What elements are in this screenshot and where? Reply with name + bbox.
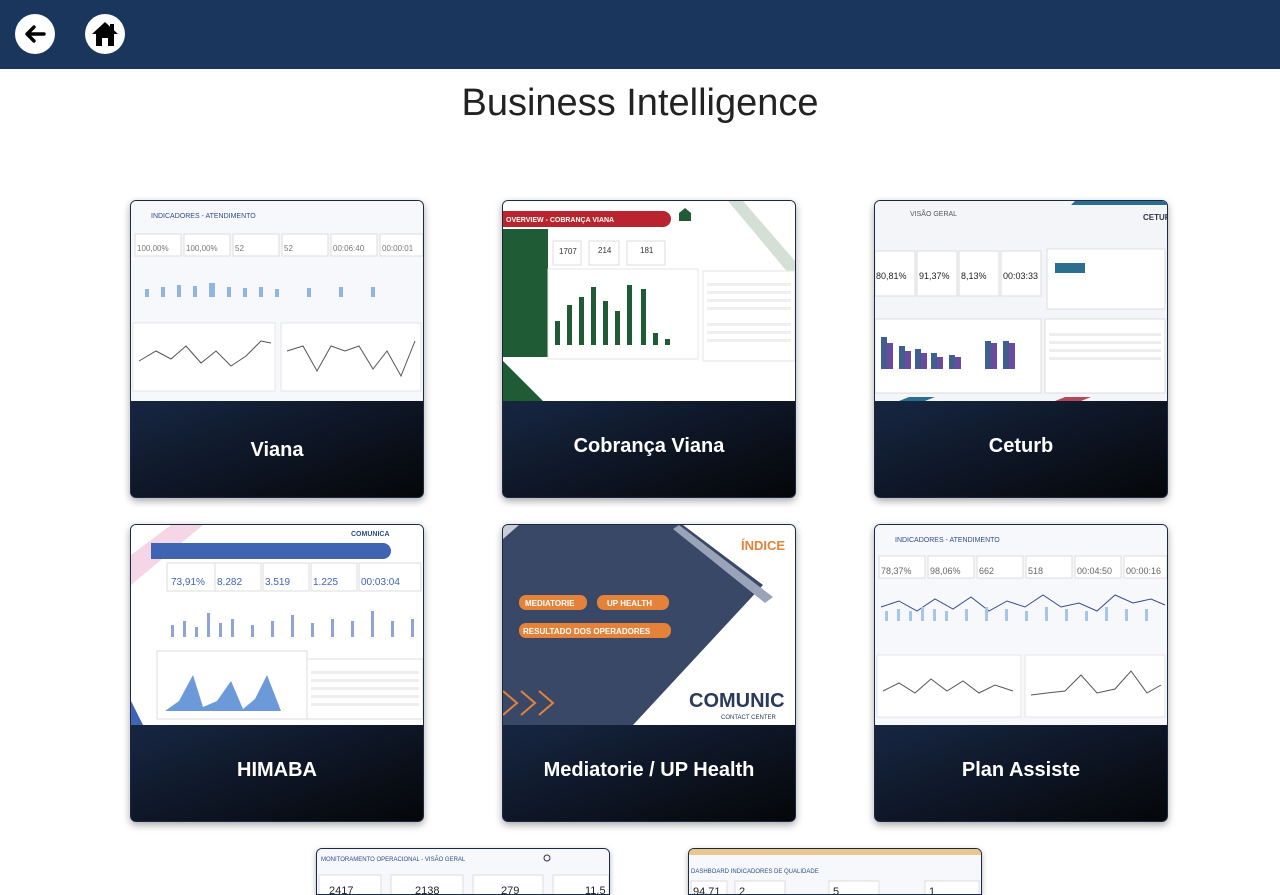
thumb-title: OVERVIEW - COBRANÇA VIANA: [506, 217, 614, 224]
thumb-title: INDICADORES - ATENDIMENTO: [151, 213, 256, 220]
card-label: HIMABA: [237, 759, 317, 781]
svg-text:78,37%: 78,37%: [881, 566, 912, 576]
dashboard-card-indicadores-qualidade[interactable]: DASHBOARD INDICADORES DE QUALIDADE 94,71…: [688, 848, 982, 895]
dashboard-thumbnail: INDICADORES - ATENDIMENTO 100,00% 100,00…: [131, 201, 423, 401]
svg-text:100,00%: 100,00%: [186, 244, 218, 253]
svg-text:MEDIATORIE: MEDIATORIE: [525, 599, 575, 608]
svg-text:ÍNDICE: ÍNDICE: [741, 538, 785, 553]
svg-text:73,91%: 73,91%: [171, 577, 205, 588]
arrow-left-icon: [25, 25, 46, 43]
home-button[interactable]: [85, 14, 125, 54]
dashboard-thumbnail: MONITORAMENTO OPERACIONAL - VISÃO GERAL …: [317, 849, 609, 895]
svg-text:100,00%: 100,00%: [137, 244, 169, 253]
svg-text:11,5: 11,5: [585, 885, 606, 895]
dashboard-card-viana[interactable]: INDICADORES - ATENDIMENTO 100,00% 100,00…: [130, 200, 424, 498]
svg-text:CETURB: CETURB: [1143, 213, 1167, 222]
card-label: Ceturb: [988, 435, 1054, 457]
svg-text:1707: 1707: [559, 247, 577, 256]
home-icon: [92, 22, 118, 46]
svg-text:1.225: 1.225: [313, 577, 338, 588]
dashboard-card-mediatorie-up-health[interactable]: ÍNDICE MEDIATORIE UP HEALTH RESULTADO DO…: [502, 524, 796, 822]
dashboard-card-monitoramento[interactable]: MONITORAMENTO OPERACIONAL - VISÃO GERAL …: [316, 848, 610, 895]
svg-text:94,71: 94,71: [693, 886, 721, 895]
svg-text:2: 2: [739, 886, 745, 895]
dashboard-thumbnail: DASHBOARD INDICADORES DE QUALIDADE 94,71…: [689, 849, 981, 895]
svg-text:8.282: 8.282: [217, 577, 242, 588]
thumb-title: INDICADORES - ATENDIMENTO: [895, 537, 1000, 544]
thumb-title: MONITORAMENTO OPERACIONAL - VISÃO GERAL: [321, 856, 466, 863]
card-label: Cobrança Viana: [573, 435, 725, 457]
card-label: Viana: [250, 439, 304, 461]
svg-text:00:03:04: 00:03:04: [361, 577, 400, 588]
dashboard-thumbnail: ÍNDICE MEDIATORIE UP HEALTH RESULTADO DO…: [503, 525, 795, 725]
top-navigation-bar: [0, 0, 1280, 69]
back-button[interactable]: [15, 14, 55, 54]
thumb-title: DASHBOARD INDICADORES DE QUALIDADE: [691, 869, 819, 875]
svg-text:COMUNIC: COMUNIC: [689, 690, 785, 712]
svg-text:1: 1: [929, 886, 935, 895]
svg-text:RESULTADO DOS OPERADORES: RESULTADO DOS OPERADORES: [523, 627, 651, 636]
dashboard-card-plan-assiste[interactable]: INDICADORES - ATENDIMENTO 78,37% 98,06% …: [874, 524, 1168, 822]
svg-text:00:06:40: 00:06:40: [333, 244, 365, 253]
svg-text:00:04:50: 00:04:50: [1077, 566, 1112, 576]
svg-text:00:00:16: 00:00:16: [1126, 566, 1161, 576]
dashboard-thumbnail: COMUNICA 73,91% 8.282 3.519 1.225 00:03:…: [131, 525, 423, 725]
svg-text:214: 214: [598, 246, 612, 255]
svg-text:UP HEALTH: UP HEALTH: [607, 599, 652, 608]
svg-text:80,81%: 80,81%: [876, 271, 907, 281]
svg-text:8,13%: 8,13%: [961, 271, 987, 281]
svg-text:662: 662: [979, 566, 994, 576]
thumb-title: VISÃO GERAL: [910, 209, 957, 218]
dashboard-thumbnail: OVERVIEW - COBRANÇA VIANA 1707 214 181: [503, 201, 795, 401]
svg-text:91,37%: 91,37%: [919, 271, 950, 281]
card-label: Plan Assiste: [961, 759, 1081, 781]
svg-text:52: 52: [235, 244, 244, 253]
thumb-title: COMUNICA: [351, 531, 390, 538]
svg-text:279: 279: [501, 885, 519, 895]
dashboard-thumbnail: VISÃO GERAL CETURB 80,81% 91,37% 8,13% 0…: [875, 201, 1167, 401]
svg-text:98,06%: 98,06%: [930, 566, 961, 576]
card-label: Mediatorie / UP Health: [543, 759, 755, 781]
dashboard-card-ceturb[interactable]: VISÃO GERAL CETURB 80,81% 91,37% 8,13% 0…: [874, 200, 1168, 498]
svg-text:2138: 2138: [415, 885, 439, 895]
svg-text:181: 181: [640, 246, 654, 255]
svg-text:3.519: 3.519: [265, 577, 290, 588]
dashboard-thumbnail: INDICADORES - ATENDIMENTO 78,37% 98,06% …: [875, 525, 1167, 725]
svg-text:518: 518: [1028, 566, 1043, 576]
svg-text:2417: 2417: [329, 885, 353, 895]
page-title: Business Intelligence: [461, 82, 819, 124]
dashboard-card-cobranca-viana[interactable]: OVERVIEW - COBRANÇA VIANA 1707 214 181 C…: [502, 200, 796, 498]
svg-text:CONTACT CENTER: CONTACT CENTER: [721, 715, 776, 721]
svg-text:5: 5: [833, 886, 839, 895]
dashboard-card-himaba[interactable]: COMUNICA 73,91% 8.282 3.519 1.225 00:03:…: [130, 524, 424, 822]
svg-text:00:00:01: 00:00:01: [382, 244, 414, 253]
svg-text:52: 52: [284, 244, 293, 253]
svg-text:00:03:33: 00:03:33: [1003, 271, 1038, 281]
